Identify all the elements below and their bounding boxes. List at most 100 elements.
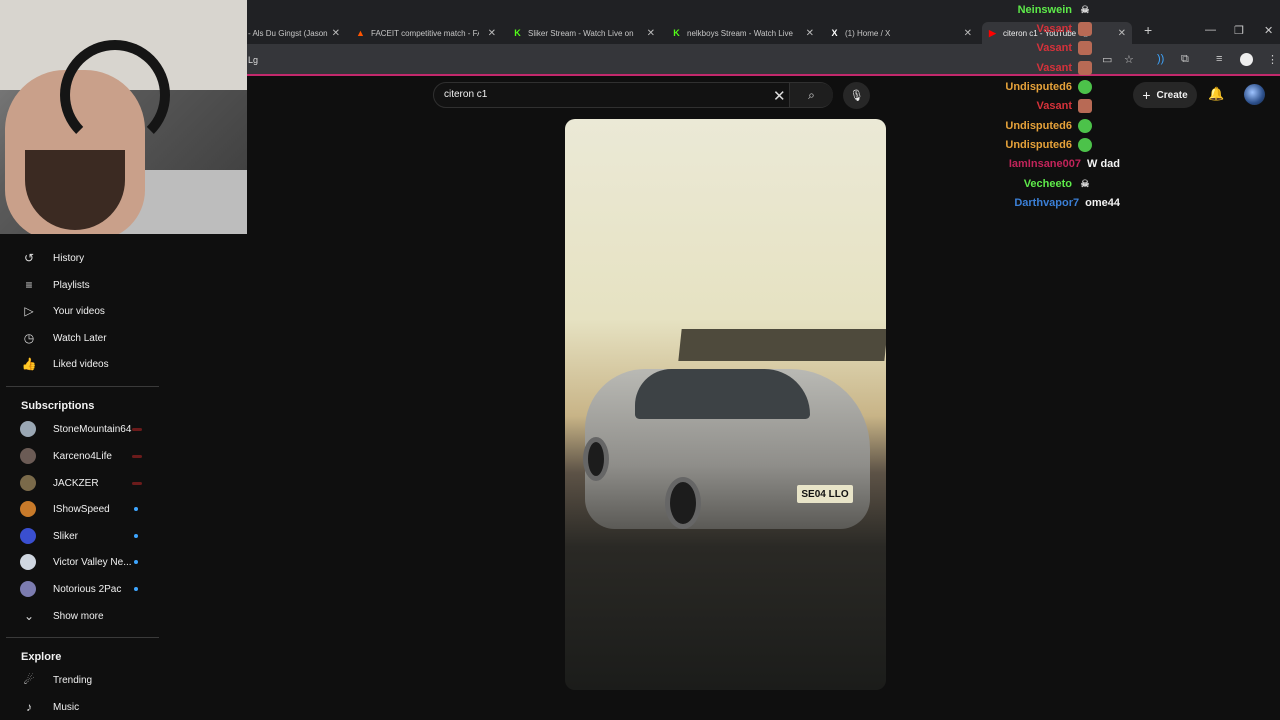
subscription-item[interactable]: JACKZER bbox=[20, 473, 160, 493]
subscription-label: Notorious 2Pac bbox=[53, 583, 122, 595]
profile-icon[interactable] bbox=[1240, 53, 1253, 66]
chat-message: Undisputed6 bbox=[1005, 118, 1092, 134]
new-content-dot-icon bbox=[134, 507, 138, 511]
browser-tab[interactable]: ▲ FACEIT competitive match - FA ✕ bbox=[356, 22, 496, 44]
browser-tab[interactable]: K nelkboys Stream - Watch Live o ✕ bbox=[672, 22, 814, 44]
face-emote-icon bbox=[1078, 99, 1092, 113]
subscriptions-heading: Subscriptions bbox=[21, 400, 95, 412]
kick-icon: K bbox=[673, 28, 680, 38]
channel-avatar bbox=[20, 554, 36, 570]
skull-emote-icon: ☠ bbox=[1080, 178, 1090, 190]
explore-item[interactable]: ♪ Music bbox=[20, 697, 160, 717]
face-emote-icon bbox=[1078, 61, 1092, 75]
license-plate: SE04 LLO bbox=[797, 485, 853, 503]
chat-username: Undisputed6 bbox=[1005, 81, 1072, 93]
window-close-icon[interactable]: ✕ bbox=[1264, 24, 1273, 37]
subscription-item[interactable]: StoneMountain64 bbox=[20, 419, 160, 439]
music-icon: ♪ bbox=[26, 700, 32, 714]
sidebar-item[interactable]: ≡ Playlists bbox=[20, 275, 160, 295]
show-more-button[interactable]: ⌄ Show more bbox=[20, 606, 160, 626]
close-icon[interactable]: ✕ bbox=[964, 28, 972, 39]
chat-username: Vasant bbox=[1036, 62, 1072, 74]
sidebar-item[interactable]: 👍 Liked videos bbox=[20, 354, 160, 374]
plus-icon: + bbox=[1142, 87, 1151, 103]
subscription-item[interactable]: Karceno4Life bbox=[20, 446, 160, 466]
close-icon[interactable]: ✕ bbox=[806, 28, 814, 39]
shorts-video-player[interactable]: SE04 LLO bbox=[565, 119, 886, 690]
menu-dots-icon[interactable]: ⋮ bbox=[1267, 53, 1278, 66]
search-box[interactable]: ✕ ⌕ bbox=[433, 82, 833, 108]
new-tab-button[interactable]: + bbox=[1144, 22, 1152, 38]
tab-title: - Als Du Gingst (Jason bbox=[248, 28, 328, 38]
search-button[interactable]: ⌕ bbox=[789, 83, 833, 107]
sidebar-item-label: Your videos bbox=[53, 305, 105, 317]
sidebar-item[interactable]: ↺ History bbox=[20, 248, 160, 268]
sidebar-item[interactable]: ◷ Watch Later bbox=[20, 328, 160, 348]
microphone-icon: 🎙 bbox=[849, 90, 864, 102]
new-content-dot-icon bbox=[134, 534, 138, 538]
subscription-label: StoneMountain64 bbox=[53, 423, 132, 435]
reading-list-icon[interactable]: ≡ bbox=[1216, 53, 1222, 65]
new-content-dot-icon bbox=[134, 587, 138, 591]
chat-username: Darthvapor7 bbox=[1014, 197, 1080, 209]
chat-message: IamInsane007 W dad bbox=[1009, 156, 1120, 172]
subscription-label: Victor Valley Ne... bbox=[53, 556, 132, 568]
live-indicator-icon bbox=[132, 427, 142, 431]
extensions-puzzle-icon[interactable]: ⧉ bbox=[1181, 53, 1189, 66]
sidebar-item[interactable]: ▷ Your videos bbox=[20, 301, 160, 321]
chat-text: ome44 bbox=[1085, 197, 1120, 209]
live-indicator-icon bbox=[132, 454, 142, 458]
channel-avatar bbox=[20, 421, 36, 437]
chat-message: Vasant bbox=[1037, 60, 1092, 76]
clear-search-icon[interactable]: ✕ bbox=[773, 87, 786, 105]
search-input[interactable] bbox=[444, 89, 764, 100]
subscription-label: JACKZER bbox=[53, 477, 99, 489]
browser-tab[interactable]: - Als Du Gingst (Jason ✕ bbox=[248, 22, 340, 44]
browser-tab[interactable]: K Sliker Stream - Watch Live on K ✕ bbox=[513, 22, 655, 44]
subscription-item[interactable]: Sliker bbox=[20, 526, 160, 546]
webcam-overlay bbox=[0, 0, 247, 234]
chat-text: W dad bbox=[1087, 158, 1120, 170]
chat-username: IamInsane007 bbox=[1008, 158, 1081, 170]
chat-message: Vasant bbox=[1037, 40, 1092, 56]
live-indicator-icon bbox=[132, 481, 142, 485]
x-logo-icon: X bbox=[831, 28, 838, 38]
extension-audio-icon[interactable]: )) bbox=[1157, 53, 1164, 65]
create-button[interactable]: + Create bbox=[1133, 82, 1197, 108]
notifications-bell-icon[interactable]: 🔔 bbox=[1208, 86, 1224, 102]
minimize-icon[interactable]: — bbox=[1205, 24, 1216, 36]
chat-username: Vasant bbox=[1036, 23, 1072, 35]
browser-tab[interactable]: X (1) Home / X ✕ bbox=[830, 22, 972, 44]
restore-icon[interactable]: ❐ bbox=[1234, 24, 1244, 37]
chat-message: Vecheeto ☠ bbox=[1024, 176, 1092, 192]
channel-avatar bbox=[20, 501, 36, 517]
sidebar-item-label: History bbox=[53, 252, 85, 264]
bookmark-star-icon[interactable]: ☆ bbox=[1124, 53, 1134, 66]
new-content-dot-icon bbox=[134, 560, 138, 564]
close-icon[interactable]: ✕ bbox=[488, 28, 496, 39]
close-icon[interactable]: ✕ bbox=[332, 28, 340, 39]
tab-title: FACEIT competitive match - FA bbox=[371, 28, 479, 38]
chat-message: Darthvapor7 ome44 bbox=[1014, 195, 1120, 211]
subscription-item[interactable]: Victor Valley Ne... bbox=[20, 552, 160, 572]
close-icon[interactable]: ✕ bbox=[1118, 28, 1126, 39]
explore-item[interactable]: ☄ Trending bbox=[20, 670, 160, 690]
chat-message: Undisputed6 bbox=[1005, 137, 1092, 153]
subscription-item[interactable]: IShowSpeed bbox=[20, 499, 160, 519]
face-emote-icon bbox=[1078, 22, 1092, 36]
subscription-label: IShowSpeed bbox=[53, 503, 110, 515]
cast-icon[interactable]: ▭ bbox=[1102, 53, 1112, 66]
video-building bbox=[678, 329, 886, 361]
video-car-window bbox=[635, 369, 810, 419]
close-icon[interactable]: ✕ bbox=[647, 28, 655, 39]
sidebar-item-label: Playlists bbox=[53, 279, 90, 291]
green-blob-emote-icon bbox=[1078, 80, 1092, 94]
subscription-item[interactable]: Notorious 2Pac bbox=[20, 579, 160, 599]
chat-message: Undisputed6 bbox=[1005, 79, 1092, 95]
tab-title: (1) Home / X bbox=[845, 28, 891, 38]
voice-search-button[interactable]: 🎙 bbox=[843, 82, 870, 109]
explore-item-label: Music bbox=[53, 701, 80, 713]
tab-title: nelkboys Stream - Watch Live o bbox=[687, 28, 795, 38]
green-blob-emote-icon bbox=[1078, 119, 1092, 133]
account-avatar[interactable] bbox=[1244, 84, 1265, 105]
